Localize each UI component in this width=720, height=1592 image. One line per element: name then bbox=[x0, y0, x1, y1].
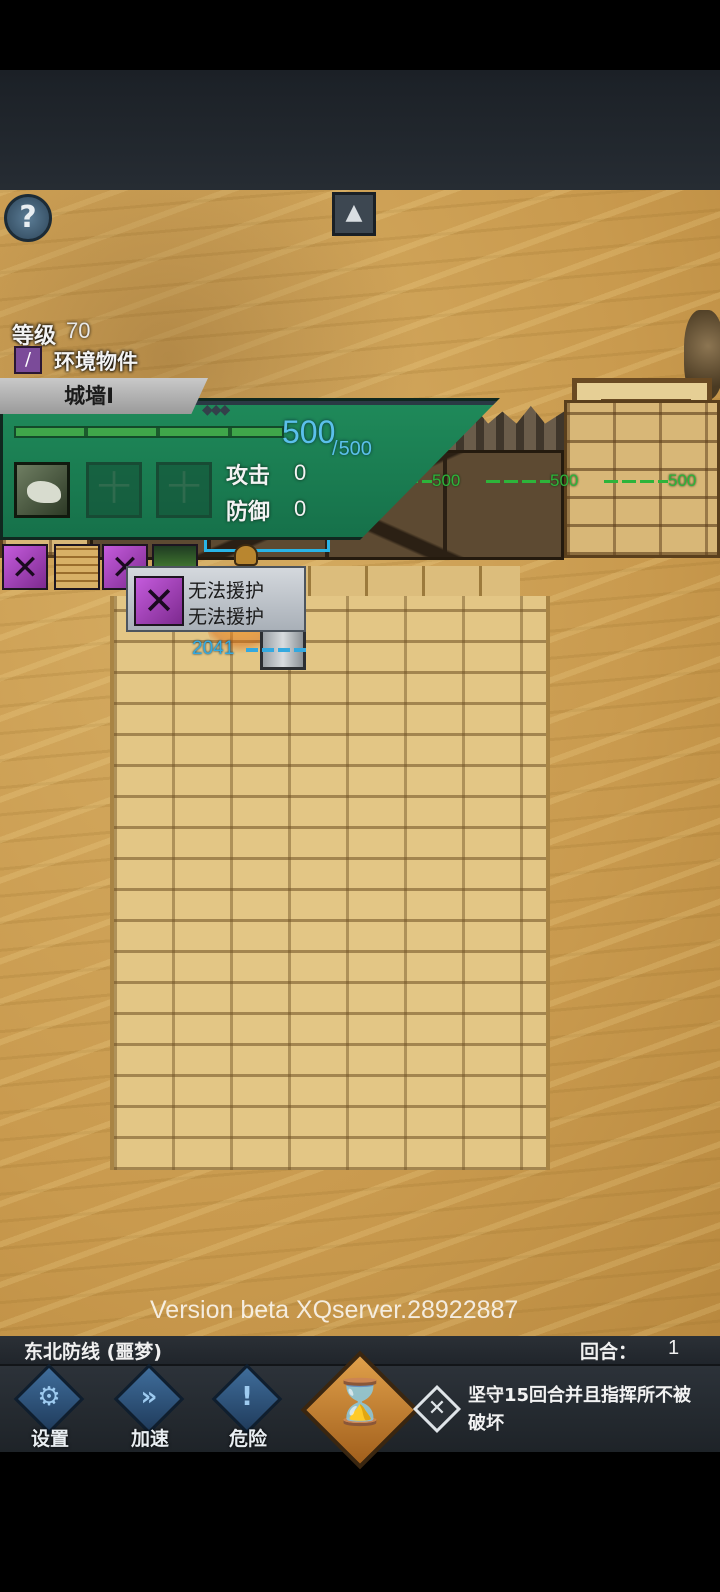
gears-icon: ⚙ bbox=[37, 1382, 61, 1412]
speed-up-label: 加速 bbox=[130, 1428, 169, 1450]
collapse-button[interactable]: ▲ bbox=[332, 192, 376, 236]
hero-hp-value: 2041 bbox=[192, 638, 235, 659]
question-mark-icon: ? bbox=[19, 200, 37, 235]
round-label: 回合： bbox=[580, 1341, 638, 1363]
header-band bbox=[0, 70, 720, 190]
empty-skill-slot[interactable]: 十 bbox=[156, 462, 212, 518]
defense-value: 0 bbox=[294, 496, 307, 521]
hourglass-icon: ⌛ bbox=[332, 1377, 388, 1428]
level-value: 70 bbox=[66, 318, 91, 343]
round-value: 1 bbox=[668, 1337, 680, 1359]
objective-text: 坚守15回合并且指挥所不被破坏 bbox=[468, 1385, 692, 1434]
object-name-plate: 城墙I bbox=[0, 378, 208, 414]
danger-label: 危险 bbox=[228, 1428, 267, 1450]
crossed-swords-icon: ✕ bbox=[134, 576, 184, 626]
settings-button[interactable]: ⚙ 设置 bbox=[10, 1363, 90, 1450]
attack-label: 攻击 bbox=[226, 464, 271, 489]
help-button[interactable]: ? bbox=[4, 194, 52, 242]
tooltip-line: 无法援护 bbox=[188, 606, 265, 628]
stage-name: 东北防线 (噩梦) bbox=[24, 1341, 162, 1363]
wall-hp-label: 500 bbox=[603, 471, 697, 490]
attack-value: 0 bbox=[294, 460, 307, 485]
fast-forward-icon: » bbox=[140, 1382, 158, 1412]
object-type-label: 环境物件 bbox=[54, 350, 138, 374]
defense-label: 防御 bbox=[226, 500, 271, 525]
object-name: 城墙I bbox=[64, 384, 114, 408]
speed-up-button[interactable]: » 加速 bbox=[110, 1363, 190, 1450]
wall-icon[interactable] bbox=[54, 544, 100, 590]
wall-hp-label: 500 bbox=[367, 471, 461, 490]
hero-hp: 2041 bbox=[192, 638, 306, 660]
crossed-tools-glyph: ✕ bbox=[427, 1396, 447, 1421]
exclamation-icon: ! bbox=[241, 1382, 253, 1412]
danger-button[interactable]: ! 危险 bbox=[208, 1363, 288, 1450]
hp-current: 500 bbox=[282, 414, 336, 450]
version-label: Version beta XQserver.28922887 bbox=[150, 1296, 519, 1324]
wall-hp-label: 500 bbox=[485, 471, 579, 490]
wrench-glyph: / bbox=[24, 349, 32, 370]
rank-pips: ◆◆◆ bbox=[202, 402, 230, 418]
empty-slot-icon: 十 bbox=[97, 469, 131, 509]
crossed-swords-icon[interactable] bbox=[2, 544, 48, 590]
collapse-panel-icon: ▲ bbox=[345, 200, 363, 225]
hp-max: 500 bbox=[332, 438, 372, 461]
hero-hp-bar bbox=[246, 648, 306, 652]
empty-skill-slot[interactable]: 十 bbox=[86, 462, 142, 518]
empty-slot-icon: 十 bbox=[167, 469, 201, 509]
buff-tooltip: ✕ 无法援护 无法援护 bbox=[126, 566, 306, 632]
hp-bar bbox=[14, 426, 284, 438]
wrench-icon: / bbox=[14, 346, 42, 374]
helmet-icon bbox=[234, 544, 258, 566]
goat-skill-icon[interactable] bbox=[14, 462, 70, 518]
settings-label: 设置 bbox=[30, 1428, 69, 1450]
tooltip-line: 无法援护 bbox=[188, 580, 265, 602]
brick-floor[interactable] bbox=[110, 596, 550, 1170]
status-bar-area bbox=[0, 0, 720, 70]
